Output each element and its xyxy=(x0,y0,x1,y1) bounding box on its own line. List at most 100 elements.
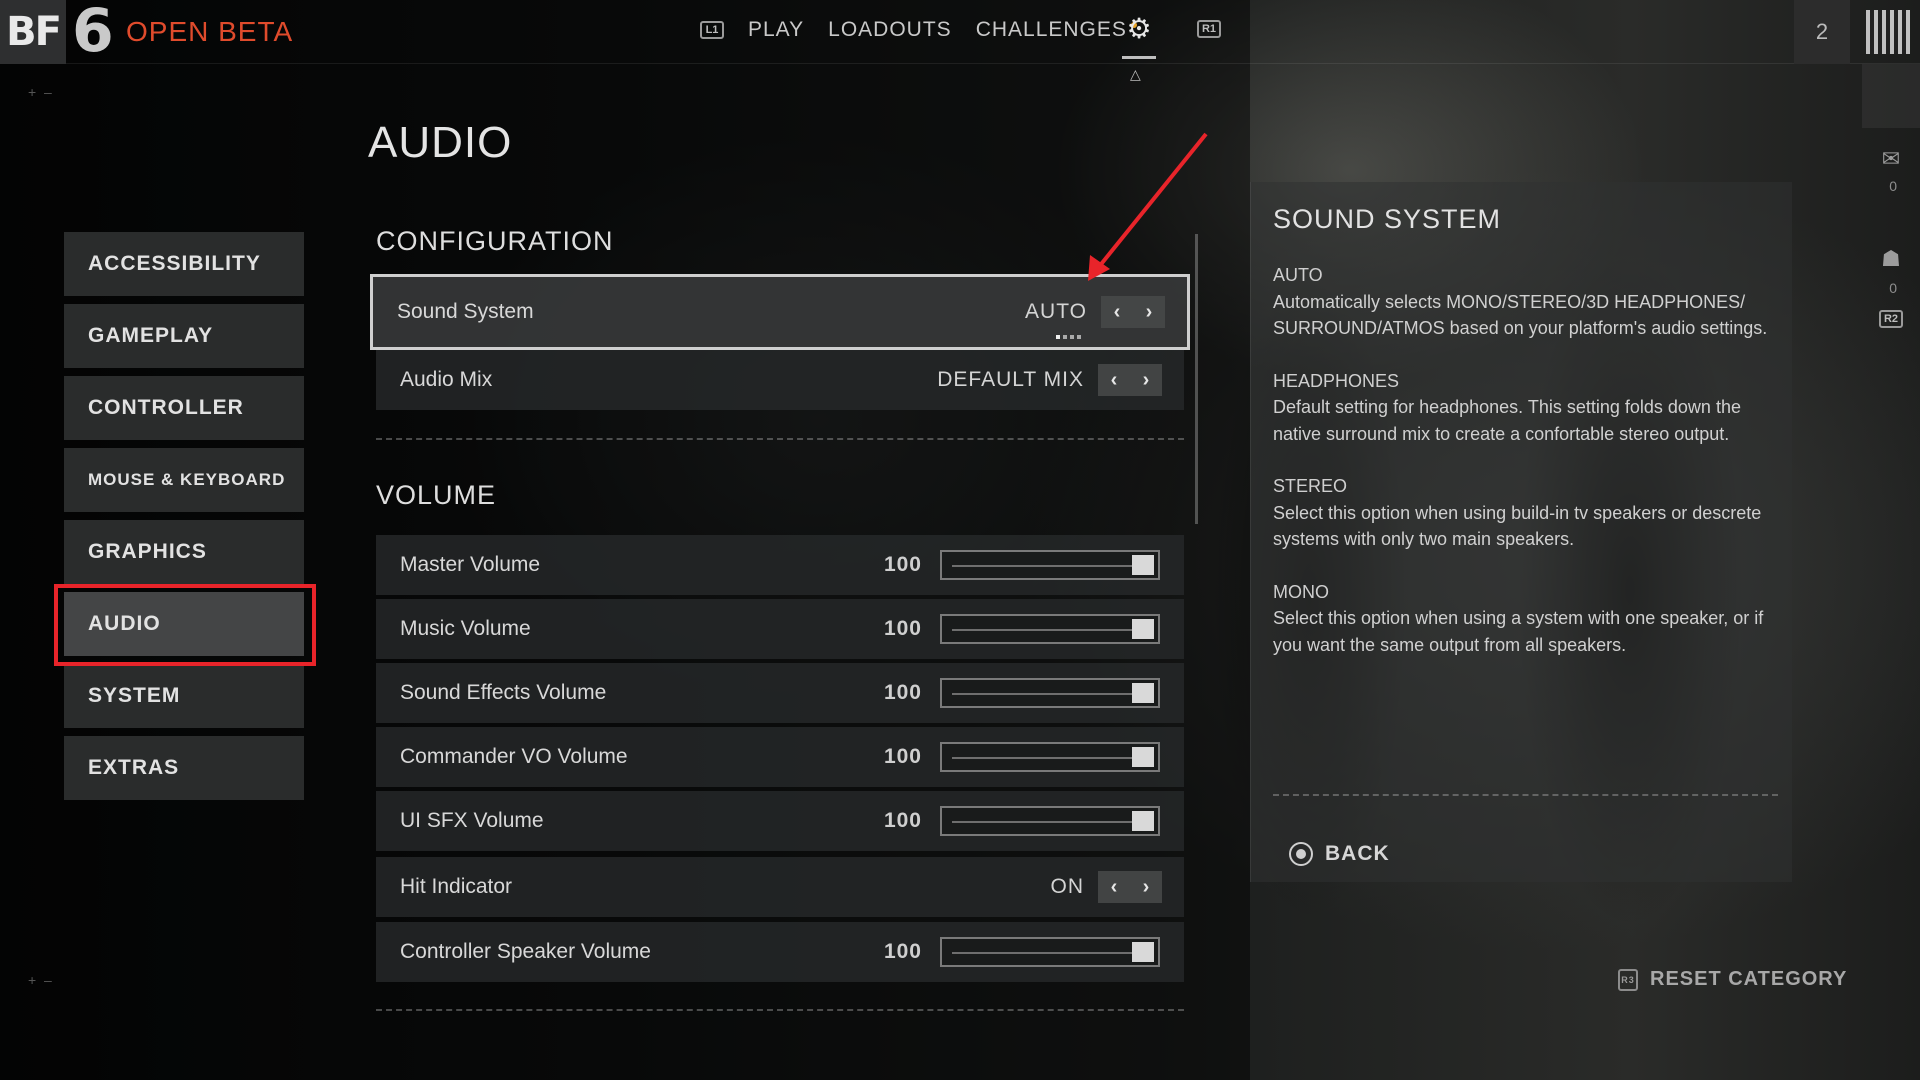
slider-thumb[interactable] xyxy=(1132,555,1154,575)
info-panel: SOUND SYSTEM AUTO Automatically selects … xyxy=(1250,182,1792,882)
sidebar-item-accessibility[interactable]: ACCESSIBILITY xyxy=(64,232,304,296)
chevron-left-icon[interactable]: ‹ xyxy=(1098,364,1130,396)
info-text: Select this option when using build-in t… xyxy=(1273,502,1762,550)
slider-thumb[interactable] xyxy=(1132,747,1154,767)
nav-challenges-label: CHALLENGES xyxy=(975,18,1127,41)
page-title: AUDIO xyxy=(368,118,513,167)
sidebar-item-mouse-keyboard[interactable]: MOUSE & KEYBOARD xyxy=(64,448,304,512)
volume-slider[interactable] xyxy=(940,742,1160,772)
setting-label: UI SFX Volume xyxy=(400,809,544,832)
circle-button-icon xyxy=(1289,842,1313,866)
r2-button-icon: R2 xyxy=(1879,310,1903,328)
info-heading: AUTO xyxy=(1273,265,1323,285)
sidebar-item-graphics[interactable]: GRAPHICS xyxy=(64,520,304,584)
setting-label: Music Volume xyxy=(400,617,531,640)
music-volume-row[interactable]: Music Volume 100 xyxy=(376,599,1184,659)
controller-speaker-volume-row[interactable]: Controller Speaker Volume 100 xyxy=(376,922,1184,982)
volume-slider[interactable] xyxy=(940,614,1160,644)
audio-mix-row[interactable]: Audio Mix DEFAULT MIX ‹ › xyxy=(376,350,1184,410)
volume-heading: VOLUME xyxy=(376,480,497,510)
volume-slider[interactable] xyxy=(940,806,1160,836)
r1-button-icon: R1 xyxy=(1197,20,1221,38)
l1-button-icon: L1 xyxy=(700,21,724,39)
chevron-left-icon[interactable]: ‹ xyxy=(1101,296,1133,328)
commander-vo-volume-row[interactable]: Commander VO Volume 100 xyxy=(376,727,1184,787)
player-count[interactable]: 2 xyxy=(1794,0,1850,64)
nav-challenges[interactable]: CHALLENGES xyxy=(976,18,1137,42)
nav-play[interactable]: PLAY xyxy=(748,18,804,42)
top-bar: BF 6 OPEN BETA L1 PLAY LOADOUTS CHALLENG… xyxy=(0,0,1920,82)
configuration-heading: CONFIGURATION xyxy=(376,226,614,256)
setting-label: Sound System xyxy=(397,300,534,323)
option-arrows: ‹ › xyxy=(1098,364,1162,396)
logo-text: BF xyxy=(6,9,62,55)
hit-indicator-row[interactable]: Hit Indicator ON ‹ › xyxy=(376,857,1184,917)
sidebar-item-extras[interactable]: EXTRAS xyxy=(64,736,304,800)
volume-value: 100 xyxy=(883,809,922,832)
info-divider xyxy=(1273,794,1778,796)
logo: BF xyxy=(0,0,66,64)
chevron-right-icon[interactable]: › xyxy=(1130,871,1162,903)
reset-category-label: RESET CATEGORY xyxy=(1650,968,1848,990)
section-divider xyxy=(376,438,1184,440)
option-indicator xyxy=(1056,335,1081,339)
volume-value: 100 xyxy=(883,617,922,640)
sound-system-value: AUTO xyxy=(1025,300,1087,323)
slider-thumb[interactable] xyxy=(1132,619,1154,639)
master-volume-row[interactable]: Master Volume 100 xyxy=(376,535,1184,595)
volume-value: 100 xyxy=(883,553,922,576)
setting-label: Controller Speaker Volume xyxy=(400,940,651,963)
active-tab-indicator xyxy=(1122,56,1156,59)
sidebar-item-gameplay[interactable]: GAMEPLAY xyxy=(64,304,304,368)
chevron-right-icon[interactable]: › xyxy=(1130,364,1162,396)
mail-count: 0 xyxy=(1889,178,1897,194)
section-divider xyxy=(376,1009,1184,1011)
ui-sfx-volume-row[interactable]: UI SFX Volume 100 xyxy=(376,791,1184,851)
friends-count: 0 xyxy=(1889,280,1897,296)
hit-indicator-value: ON xyxy=(1050,875,1084,898)
back-label: BACK xyxy=(1325,842,1390,865)
annotation-highlight-box xyxy=(54,584,316,666)
slider-thumb[interactable] xyxy=(1132,942,1154,962)
scrollbar[interactable] xyxy=(1195,234,1198,524)
setting-label: Master Volume xyxy=(400,553,541,576)
r3-button-icon: R3 xyxy=(1618,968,1638,991)
back-button[interactable]: BACK xyxy=(1289,842,1390,866)
info-text: Default setting for headphones. This set… xyxy=(1273,397,1741,444)
volume-slider[interactable] xyxy=(940,937,1160,967)
info-heading: MONO xyxy=(1273,581,1329,602)
reset-category-button[interactable]: R3 RESET CATEGORY xyxy=(1618,968,1847,991)
volume-value: 100 xyxy=(883,745,922,768)
logo-number: 6 xyxy=(72,0,114,66)
setting-label: Commander VO Volume xyxy=(400,745,628,768)
chevron-left-icon[interactable]: ‹ xyxy=(1098,871,1130,903)
setting-label: Audio Mix xyxy=(400,368,493,391)
gear-icon[interactable]: ⚙ xyxy=(1124,14,1154,44)
setting-label: Hit Indicator xyxy=(400,875,513,898)
info-body: AUTO Automatically selects MONO/STEREO/3… xyxy=(1273,262,1783,684)
volume-slider[interactable] xyxy=(940,678,1160,708)
sidebar-item-controller[interactable]: CONTROLLER xyxy=(64,376,304,440)
sound-effects-volume-row[interactable]: Sound Effects Volume 100 xyxy=(376,663,1184,723)
info-title: SOUND SYSTEM xyxy=(1273,204,1502,234)
friends-icon[interactable]: ☗ xyxy=(1878,246,1904,272)
qr-code-icon[interactable] xyxy=(1866,10,1910,54)
volume-value: 100 xyxy=(883,940,922,963)
chevron-right-icon[interactable]: › xyxy=(1133,296,1165,328)
top-navigation: L1 PLAY LOADOUTS CHALLENGES xyxy=(700,0,1137,60)
option-arrows: ‹ › xyxy=(1098,871,1162,903)
slider-thumb[interactable] xyxy=(1132,811,1154,831)
caret-up-icon: △ xyxy=(1130,66,1141,82)
volume-slider[interactable] xyxy=(940,550,1160,580)
info-text: Select this option when using a system w… xyxy=(1273,608,1764,655)
setting-label: Sound Effects Volume xyxy=(400,681,607,704)
corner-mark: + – xyxy=(28,972,52,988)
nav-loadouts[interactable]: LOADOUTS xyxy=(828,18,952,42)
audio-mix-value: DEFAULT MIX xyxy=(937,368,1084,391)
right-rail-tab xyxy=(1862,64,1920,128)
sidebar-item-system[interactable]: SYSTEM xyxy=(64,664,304,728)
sound-system-row[interactable]: Sound System AUTO ‹ › xyxy=(370,274,1190,350)
mail-icon[interactable]: ✉ xyxy=(1878,146,1904,172)
option-arrows: ‹ › xyxy=(1101,296,1165,328)
slider-thumb[interactable] xyxy=(1132,683,1154,703)
